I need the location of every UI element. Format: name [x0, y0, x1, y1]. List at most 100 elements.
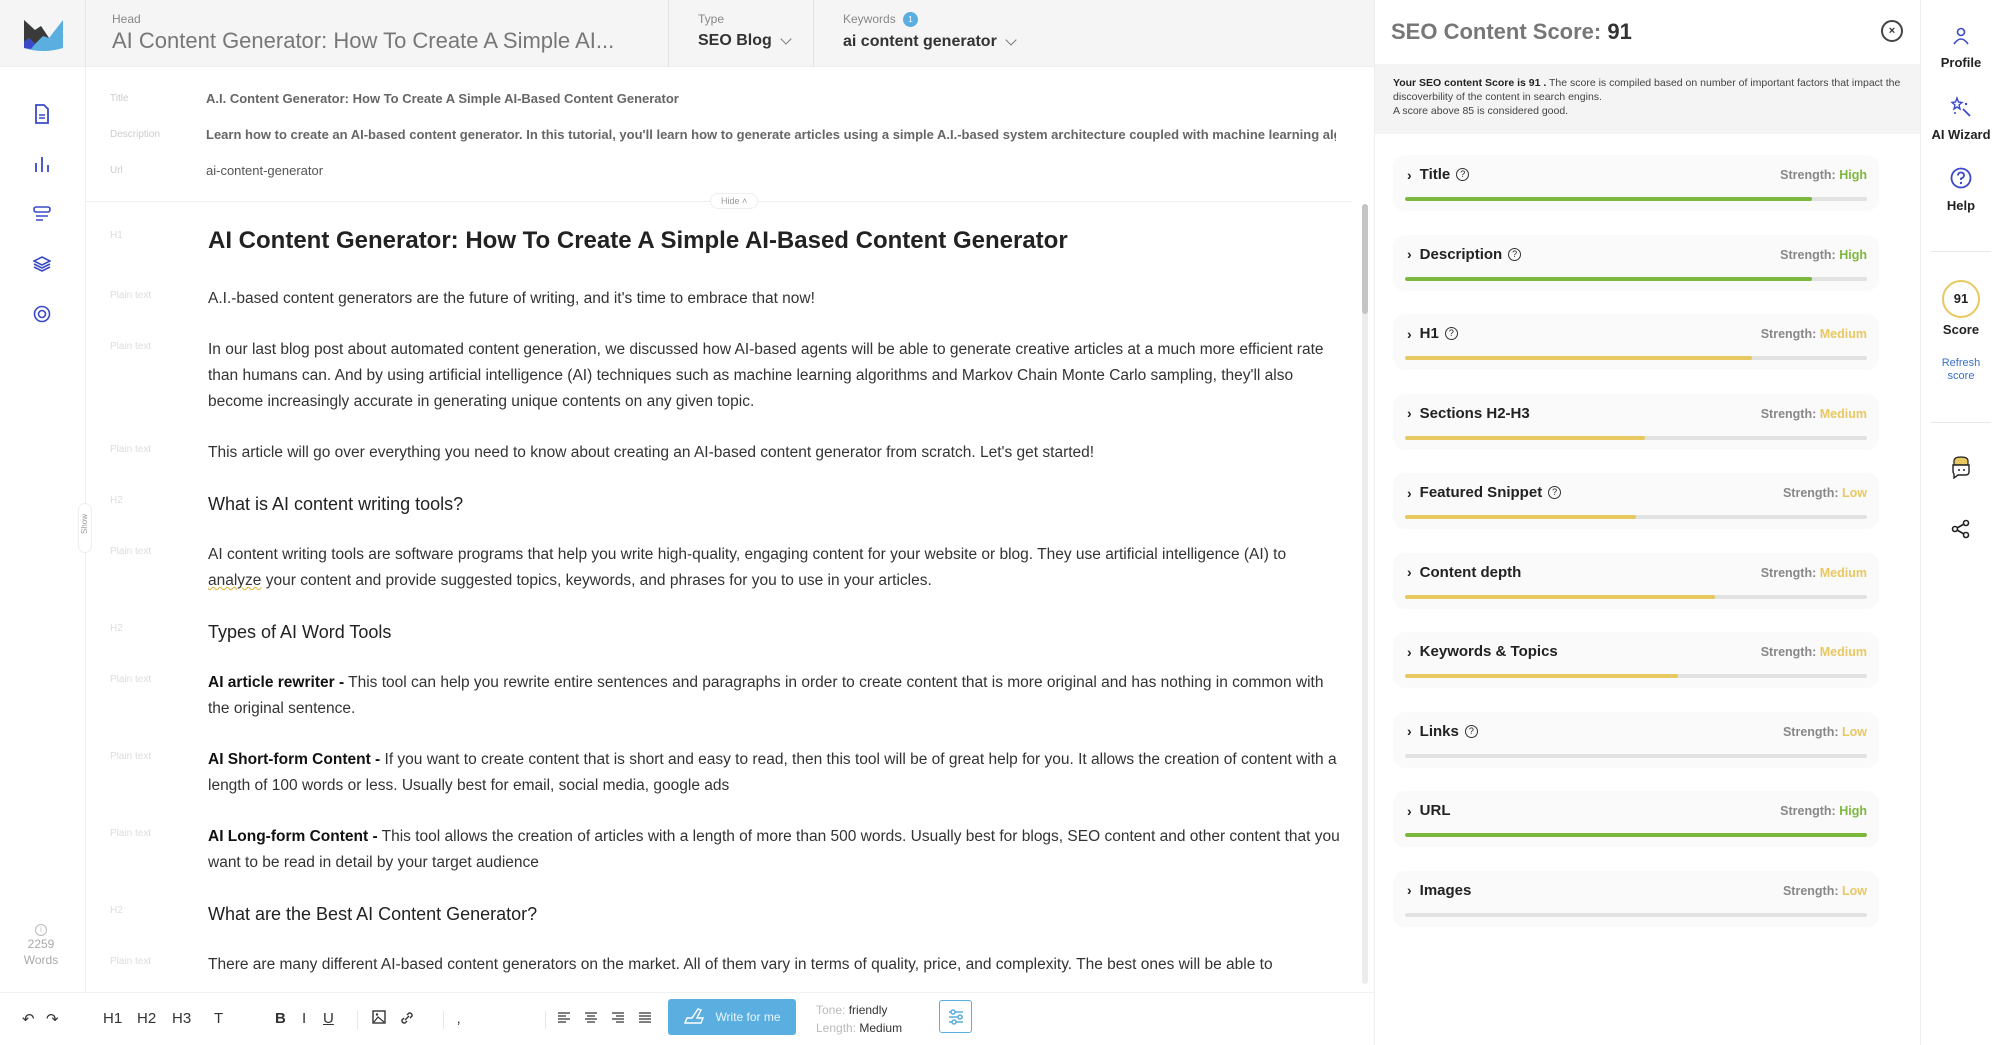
word-count-value: 2259	[27, 937, 55, 951]
help-circle-icon[interactable]: ?	[1456, 168, 1470, 181]
paragraph[interactable]: AI Long-form Content - This tool allows …	[208, 824, 1343, 876]
head-field[interactable]: Head AI Content Generator: How To Create…	[112, 12, 652, 54]
paragraph[interactable]: AI article rewriter - This tool can help…	[208, 670, 1343, 722]
seo-section-card[interactable]: › Title? Strength: High	[1393, 155, 1879, 211]
chat-support-button[interactable]	[1921, 455, 2000, 484]
h2-heading[interactable]: Types of AI Word Tools	[208, 619, 1343, 645]
h2-heading[interactable]: What are the Best AI Content Generator?	[208, 901, 1343, 927]
paragraph[interactable]: AI content writing tools are software pr…	[208, 542, 1343, 594]
ai-wizard-button[interactable]: AI Wizard	[1921, 96, 2000, 142]
seo-section-header: › Title?	[1407, 166, 1470, 183]
italic-button[interactable]: I	[302, 1010, 306, 1027]
info-icon: i	[35, 924, 47, 936]
writer-settings-button[interactable]	[939, 1000, 972, 1033]
align-right-icon[interactable]	[611, 1010, 625, 1028]
paragraph[interactable]: There are many different AI-based conten…	[208, 952, 1343, 978]
keywords-select[interactable]: Keywords 1 ai content generator	[843, 12, 1017, 51]
h2-heading[interactable]: What is AI content writing tools?	[208, 491, 1343, 517]
refresh-score-button[interactable]: Refresh score	[1921, 357, 2000, 383]
underline-button[interactable]: U	[323, 1010, 334, 1027]
chevron-right-icon[interactable]: ›	[1407, 644, 1412, 660]
paragraph[interactable]: A.I.-based content generators are the fu…	[208, 286, 1343, 312]
seo-section-card[interactable]: › Description? Strength: High	[1393, 234, 1879, 291]
close-icon[interactable]: ×	[1881, 20, 1903, 42]
seo-section-card[interactable]: › Keywords & Topics Strength: Medium	[1393, 632, 1879, 688]
help-circle-icon[interactable]: ?	[1444, 327, 1458, 340]
score-ring: 91	[1942, 280, 1980, 318]
chevron-right-icon[interactable]: ›	[1407, 564, 1412, 580]
align-left-icon[interactable]	[557, 1010, 571, 1028]
seo-section-card[interactable]: › H1? Strength: Medium	[1393, 314, 1879, 370]
strength-progress-bar	[1405, 276, 1867, 281]
strength-label: Strength:	[1760, 565, 1817, 580]
bold-button[interactable]: B	[275, 1010, 286, 1027]
help-circle-icon[interactable]: ?	[1508, 247, 1522, 261]
strength-label: Strength:	[1760, 406, 1817, 421]
scrollbar-thumb[interactable]	[1362, 204, 1368, 314]
editor-body[interactable]: H1 AI Content Generator: How To Create A…	[86, 202, 1352, 992]
outline-icon[interactable]	[30, 202, 54, 226]
quote-button[interactable]: ‚	[457, 1010, 460, 1027]
seo-section-card[interactable]: › Content depth Strength: Medium	[1393, 552, 1879, 609]
meta-title-value[interactable]: A.I. Content Generator: How To Create A …	[206, 91, 1336, 106]
meta-description-value[interactable]: Learn how to create an AI-based content …	[206, 127, 1336, 142]
strength-indicator: Strength: Medium	[1761, 327, 1867, 341]
layers-icon[interactable]	[30, 252, 54, 276]
profile-button[interactable]: Profile	[1921, 26, 2000, 70]
meta-url-value[interactable]: ai-content-generator	[206, 163, 1336, 178]
chevron-down-icon	[780, 33, 792, 45]
paragraph[interactable]: AI Short-form Content - If you want to c…	[208, 747, 1343, 799]
bar-chart-icon[interactable]	[30, 152, 54, 176]
editor-scrollbar[interactable]	[1362, 204, 1368, 984]
block-type-label: Plain text	[110, 341, 152, 352]
block-type-label: Plain text	[110, 444, 152, 455]
meta-url-row[interactable]: Url ai-content-generator	[86, 160, 1336, 180]
paragraph[interactable]: In our last blog post about automated co…	[208, 337, 1343, 415]
target-icon[interactable]	[30, 302, 54, 326]
seo-section-header: › URL	[1407, 802, 1451, 819]
align-center-icon[interactable]	[584, 1010, 598, 1028]
text-button[interactable]: T	[214, 1010, 223, 1027]
strength-indicator: Strength: Low	[1783, 725, 1867, 739]
chevron-down-icon	[1005, 34, 1017, 46]
seo-section-card[interactable]: › Sections H2-H3 Strength: Medium	[1393, 393, 1879, 450]
chevron-right-icon[interactable]: ›	[1407, 803, 1412, 819]
app-logo[interactable]	[0, 0, 86, 67]
seo-section-card[interactable]: › Images Strength: Low	[1393, 870, 1879, 927]
chevron-right-icon[interactable]: ›	[1407, 246, 1412, 262]
spelling-flagged-word[interactable]: analyze	[208, 572, 261, 589]
chevron-right-icon[interactable]: ›	[1407, 723, 1412, 739]
seo-section-name: Links	[1419, 722, 1459, 740]
seo-section-header: › Featured Snippet?	[1407, 484, 1562, 501]
paragraph[interactable]: This article will go over everything you…	[208, 440, 1343, 466]
write-for-me-button[interactable]: Write for me	[668, 999, 796, 1035]
help-circle-icon[interactable]: ?	[1464, 724, 1478, 738]
share-button[interactable]	[1921, 519, 2000, 544]
redo-icon[interactable]: ↷	[46, 1010, 59, 1028]
seo-section-card[interactable]: › Links? Strength: Low	[1393, 711, 1879, 768]
help-circle-icon[interactable]: ?	[1548, 486, 1562, 499]
chevron-right-icon[interactable]: ›	[1407, 485, 1412, 501]
align-justify-icon[interactable]	[638, 1010, 652, 1028]
chevron-right-icon[interactable]: ›	[1407, 167, 1412, 183]
chevron-right-icon[interactable]: ›	[1407, 326, 1412, 342]
image-icon[interactable]	[372, 1010, 386, 1028]
chevron-right-icon[interactable]: ›	[1407, 882, 1412, 898]
h3-button[interactable]: H3	[172, 1010, 191, 1027]
h1-button[interactable]: H1	[103, 1010, 122, 1027]
document-icon[interactable]	[30, 102, 54, 126]
h1-heading[interactable]: AI Content Generator: How To Create A Si…	[208, 226, 1343, 256]
seo-section-card[interactable]: › Featured Snippet? Strength: Low	[1393, 473, 1879, 529]
link-icon[interactable]	[399, 1010, 415, 1030]
meta-description-row[interactable]: Description Learn how to create an AI-ba…	[86, 124, 1336, 144]
type-select[interactable]: Type SEO Blog	[698, 12, 792, 50]
undo-icon[interactable]: ↶	[22, 1010, 35, 1028]
help-button[interactable]: Help	[1921, 167, 2000, 213]
meta-title-row[interactable]: Title A.I. Content Generator: How To Cre…	[86, 88, 1336, 108]
show-outline-tab[interactable]: Show	[78, 503, 92, 553]
head-title[interactable]: AI Content Generator: How To Create A Si…	[112, 28, 652, 54]
chevron-right-icon[interactable]: ›	[1407, 405, 1412, 421]
word-count: i 2259 Words	[0, 920, 82, 968]
h2-button[interactable]: H2	[137, 1010, 156, 1027]
seo-section-card[interactable]: › URL Strength: High	[1393, 791, 1879, 847]
